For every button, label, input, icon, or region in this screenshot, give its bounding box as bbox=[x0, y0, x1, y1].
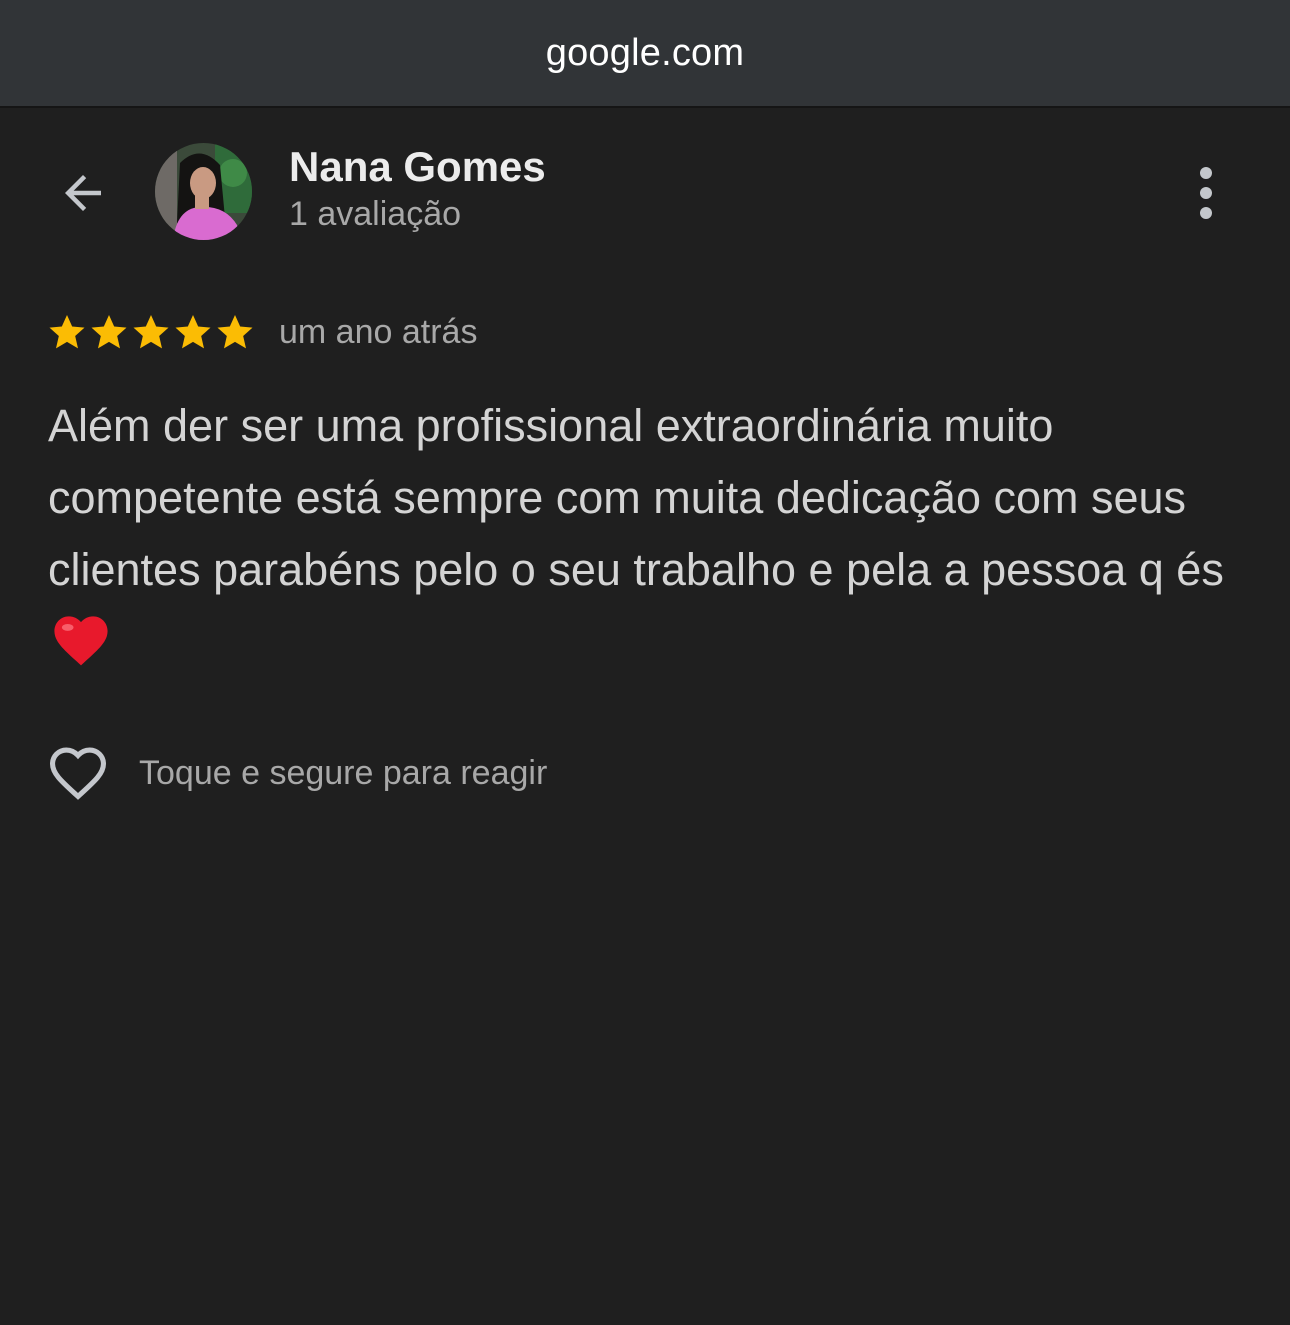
url-text: google.com bbox=[545, 31, 745, 74]
star-icon bbox=[217, 315, 253, 349]
reviewer-name[interactable]: Nana Gomes bbox=[289, 143, 546, 191]
rating-row: um ano atrás bbox=[47, 306, 477, 358]
review-count: 1 avaliação bbox=[289, 195, 462, 233]
profile-photo bbox=[155, 143, 252, 240]
avatar[interactable] bbox=[155, 143, 252, 240]
review-text: Além der ser uma profissional extraordin… bbox=[48, 400, 1224, 595]
more-options-button[interactable] bbox=[1178, 160, 1234, 226]
review-body: Além der ser uma profissional extraordin… bbox=[48, 390, 1248, 678]
star-icon bbox=[91, 315, 127, 349]
heart-outline-icon bbox=[49, 747, 107, 800]
back-button[interactable] bbox=[50, 160, 116, 226]
star-icon bbox=[133, 315, 169, 349]
arrow-back-icon bbox=[65, 175, 101, 211]
browser-url-bar[interactable]: google.com bbox=[0, 0, 1290, 108]
react-button[interactable]: Toque e segure para reagir bbox=[47, 742, 547, 804]
star-rating bbox=[47, 312, 255, 352]
more-vert-icon bbox=[1200, 167, 1212, 219]
react-label: Toque e segure para reagir bbox=[139, 753, 548, 792]
red-heart-emoji bbox=[54, 616, 108, 666]
star-icon bbox=[49, 315, 85, 349]
star-icon bbox=[175, 315, 211, 349]
review-header: Nana Gomes 1 avaliação bbox=[0, 108, 1290, 278]
review-date: um ano atrás bbox=[279, 312, 478, 351]
